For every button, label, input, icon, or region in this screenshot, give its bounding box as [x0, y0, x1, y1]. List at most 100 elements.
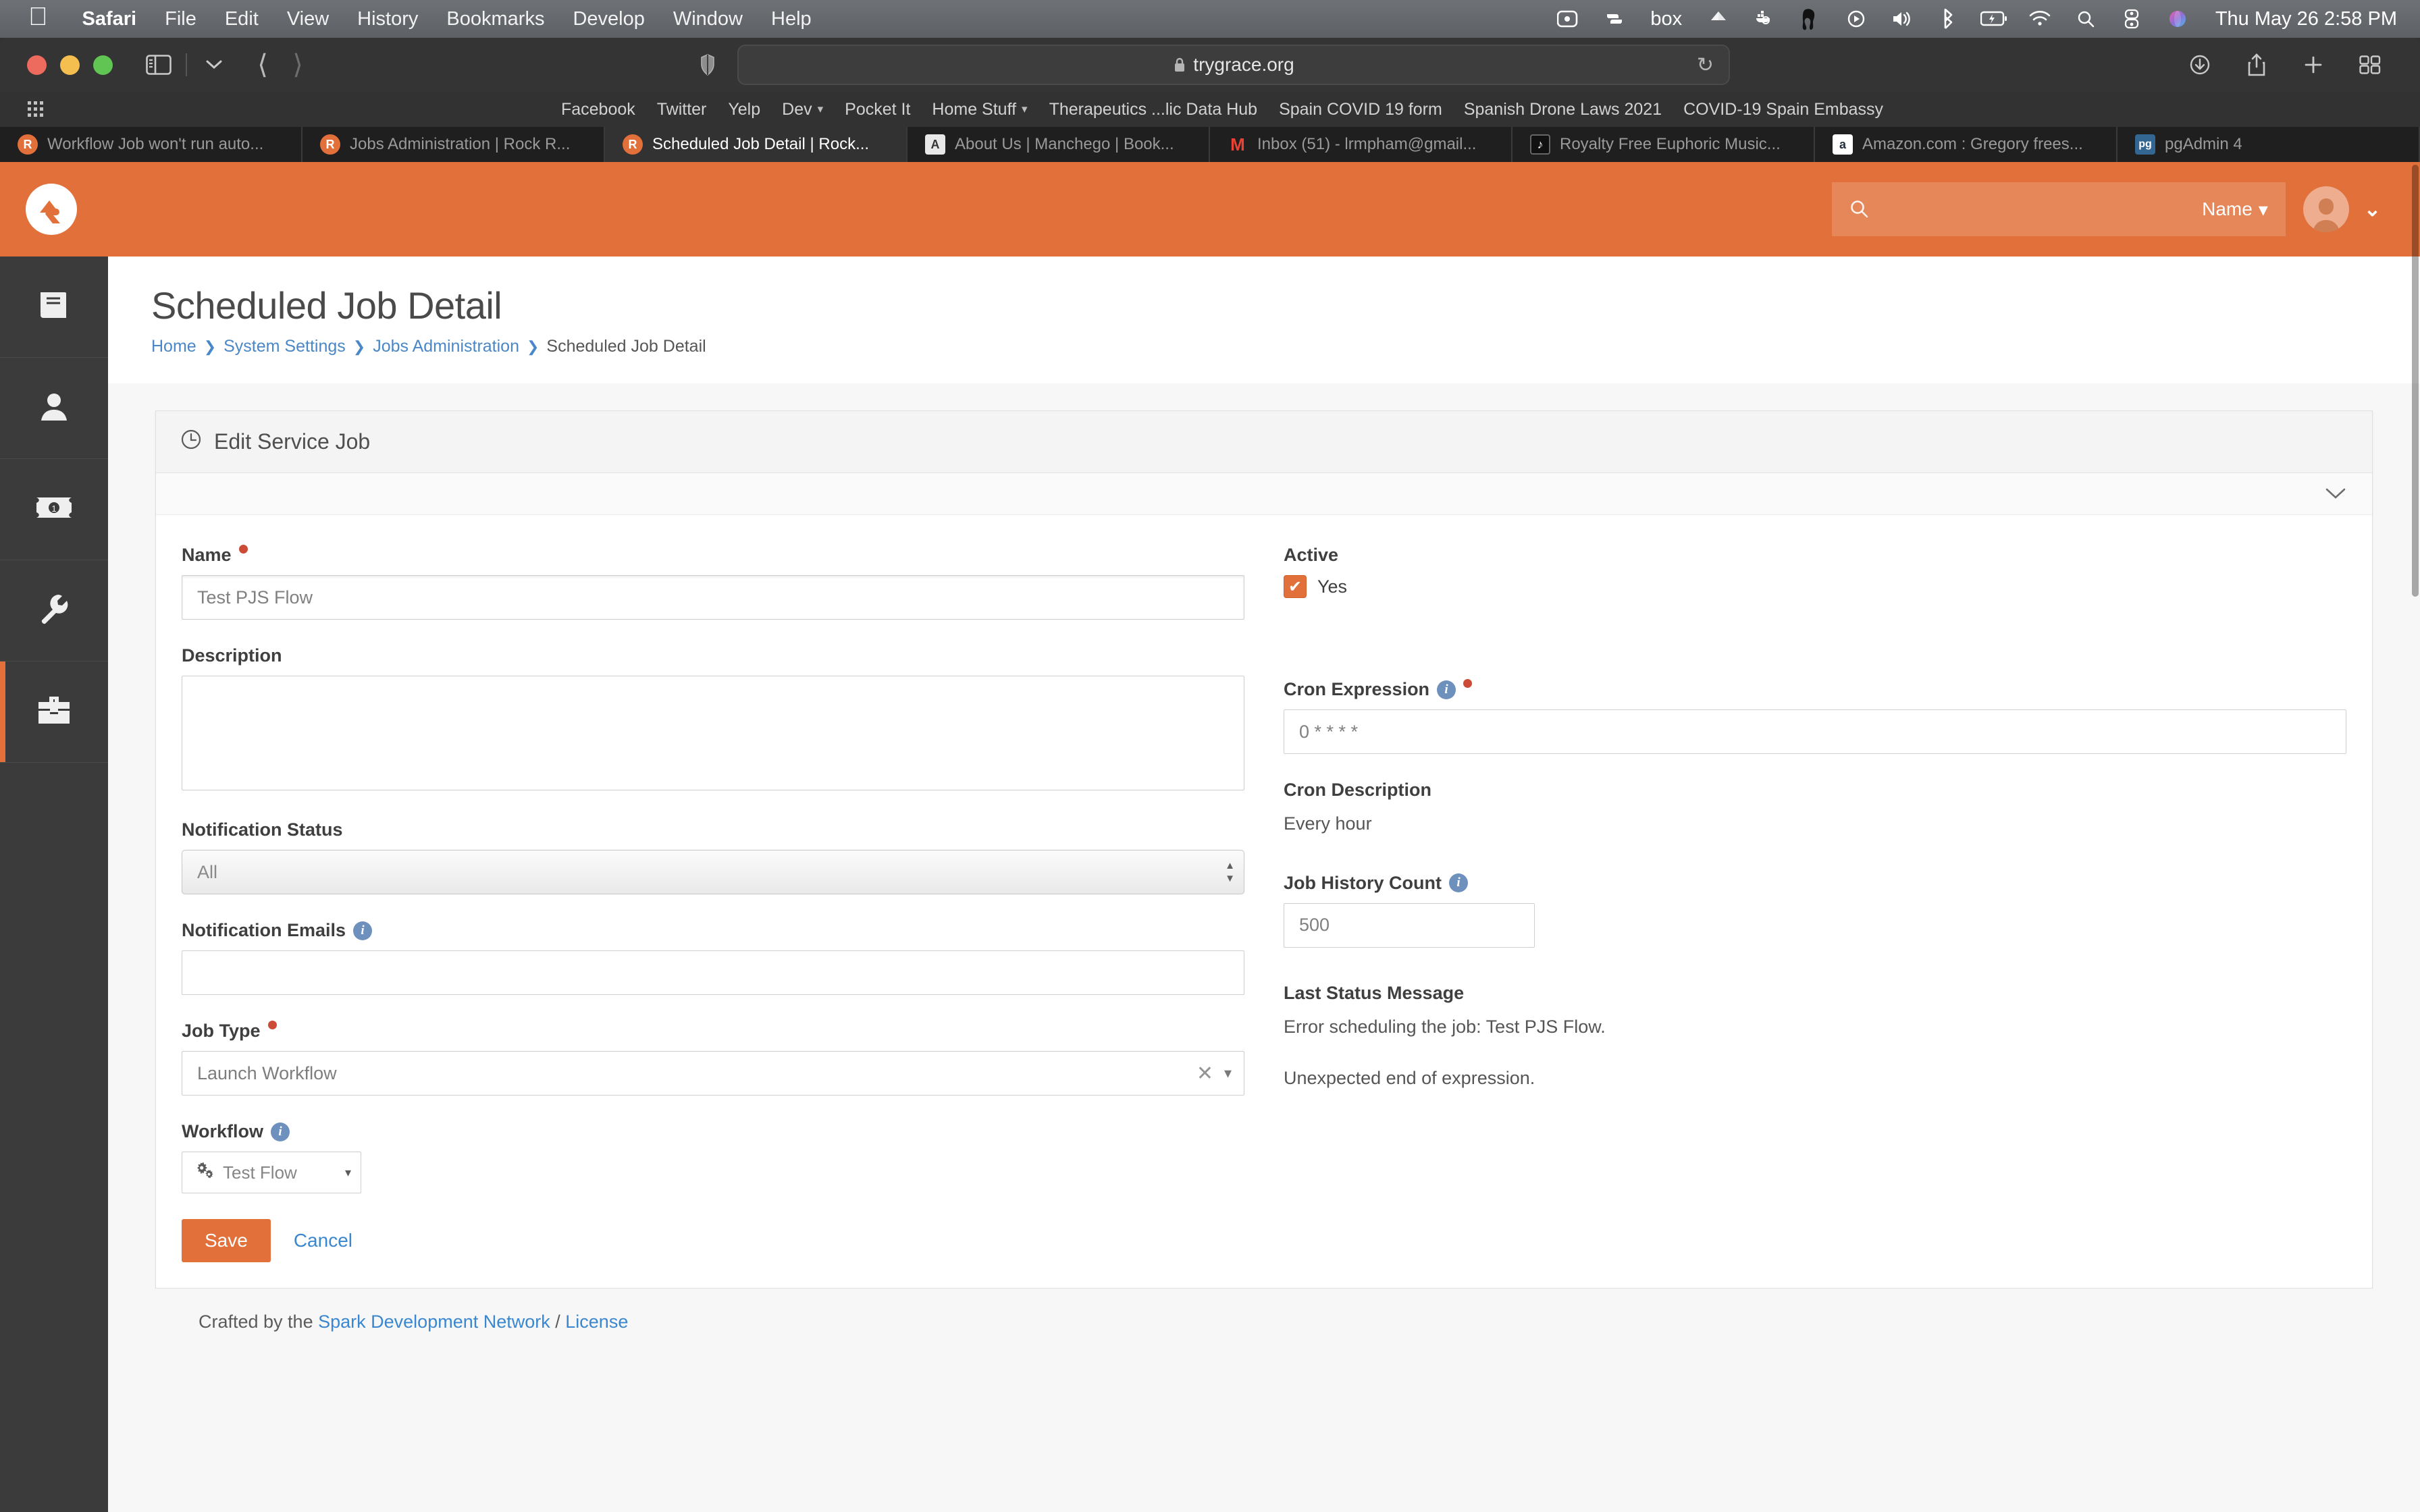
- breadcrumb-item-home[interactable]: Home: [151, 337, 196, 356]
- tab-gmail-inbox[interactable]: M Inbox (51) - lrmpham@gmail...: [1210, 127, 1512, 162]
- menu-item-history[interactable]: History: [343, 8, 432, 30]
- bookmark-facebook[interactable]: Facebook: [550, 100, 646, 119]
- caret-down-icon[interactable]: ▾: [345, 1166, 351, 1180]
- play-circle-icon[interactable]: [1843, 5, 1870, 32]
- label-text: Name: [182, 545, 232, 565]
- menu-item-develop[interactable]: Develop: [558, 8, 658, 30]
- workflow-picker[interactable]: Test Flow ▾: [182, 1152, 361, 1193]
- privacy-report-icon[interactable]: [690, 47, 725, 82]
- footer-link-license[interactable]: License: [565, 1312, 628, 1332]
- maximize-button[interactable]: [93, 55, 113, 75]
- sidebar-toggle-icon[interactable]: [141, 47, 176, 82]
- sidebar-item-tools[interactable]: [0, 560, 108, 662]
- apple-logo-icon[interactable]: : [28, 4, 48, 30]
- docker-icon[interactable]: [1751, 5, 1778, 32]
- back-arrow-icon[interactable]: ⟨: [245, 47, 280, 82]
- active-checkbox-row[interactable]: ✔ Yes: [1284, 575, 2346, 598]
- screen-recording-icon[interactable]: [1555, 5, 1582, 32]
- zoom-icon[interactable]: [1601, 5, 1628, 32]
- info-icon[interactable]: i: [1449, 873, 1468, 892]
- address-bar-text: trygrace.org: [1193, 54, 1294, 75]
- bookmark-home-stuff-folder[interactable]: Home Stuff ▾: [921, 100, 1038, 119]
- postgres-elephant-icon[interactable]: [1797, 5, 1824, 32]
- breadcrumb-item-system-settings[interactable]: System Settings: [223, 337, 346, 356]
- notification-emails-input[interactable]: [182, 950, 1244, 995]
- tab-overview-icon[interactable]: [2352, 47, 2388, 82]
- user-menu-chevron-down-icon[interactable]: ⌄: [2364, 198, 2381, 221]
- chevron-down-icon[interactable]: ▾: [1224, 1064, 1232, 1082]
- control-center-icon[interactable]: [2118, 5, 2145, 32]
- menu-bar-clock[interactable]: Thu May 26 2:58 PM: [2215, 8, 2397, 30]
- name-input[interactable]: [182, 575, 1244, 620]
- breadcrumb-item-jobs-administration[interactable]: Jobs Administration: [373, 337, 519, 356]
- tab-workflow-job[interactable]: R Workflow Job won't run auto...: [0, 127, 302, 162]
- rock-favicon: R: [18, 134, 38, 155]
- siri-icon[interactable]: [2164, 5, 2191, 32]
- spotlight-search-icon[interactable]: [2072, 5, 2099, 32]
- sidebar-item-content[interactable]: [0, 256, 108, 358]
- sidebar-item-people[interactable]: [0, 358, 108, 459]
- menu-item-edit[interactable]: Edit: [211, 8, 273, 30]
- box-icon[interactable]: box: [1647, 5, 1686, 32]
- user-avatar[interactable]: [2303, 186, 2349, 232]
- page-scrollbar[interactable]: [2411, 162, 2420, 1512]
- menu-item-view[interactable]: View: [273, 8, 343, 30]
- stepper-arrows-icon[interactable]: ▲ ▼: [1225, 861, 1235, 884]
- tab-jobs-administration[interactable]: R Jobs Administration | Rock R...: [302, 127, 605, 162]
- menu-item-file[interactable]: File: [151, 8, 211, 30]
- search-scope-dropdown[interactable]: Name ▾: [2202, 198, 2268, 221]
- menu-item-window[interactable]: Window: [659, 8, 757, 30]
- bookmark-covid-spain-embassy[interactable]: COVID-19 Spain Embassy: [1673, 100, 1894, 119]
- sidebar-item-finance[interactable]: 1: [0, 459, 108, 560]
- reload-icon[interactable]: ↻: [1697, 53, 1714, 77]
- job-type-combobox[interactable]: Launch Workflow ✕ ▾: [182, 1051, 1244, 1096]
- clear-x-icon[interactable]: ✕: [1186, 1062, 1224, 1085]
- close-button[interactable]: [27, 55, 47, 75]
- apps-grid-icon[interactable]: [27, 101, 45, 118]
- bookmark-therapeutics[interactable]: Therapeutics ...lic Data Hub: [1038, 100, 1268, 119]
- info-icon[interactable]: i: [271, 1122, 290, 1141]
- job-history-count-input[interactable]: [1284, 902, 1535, 948]
- description-textarea[interactable]: [182, 676, 1244, 790]
- search-input[interactable]: Name ▾: [1831, 182, 2286, 236]
- chevron-down-icon[interactable]: [196, 47, 232, 82]
- bookmark-dev-folder[interactable]: Dev ▾: [771, 100, 834, 119]
- dropbox-icon[interactable]: [1705, 5, 1732, 32]
- menu-item-help[interactable]: Help: [757, 8, 826, 30]
- wifi-icon[interactable]: [2026, 5, 2053, 32]
- notification-status-select[interactable]: All: [182, 850, 1244, 894]
- cancel-button[interactable]: Cancel: [294, 1230, 352, 1251]
- bookmark-spain-covid-form[interactable]: Spain COVID 19 form: [1268, 100, 1453, 119]
- address-bar[interactable]: trygrace.org ↻: [737, 45, 1730, 85]
- tab-amazon[interactable]: a Amazon.com : Gregory frees...: [1815, 127, 2118, 162]
- info-icon[interactable]: i: [353, 921, 373, 940]
- tab-pgadmin[interactable]: pg pgAdmin 4: [2118, 127, 2420, 162]
- volume-icon[interactable]: [1889, 5, 1916, 32]
- bookmark-yelp[interactable]: Yelp: [717, 100, 771, 119]
- rock-rms-logo[interactable]: [26, 184, 77, 235]
- active-checkbox[interactable]: ✔: [1284, 575, 1307, 598]
- cron-expression-input[interactable]: [1284, 709, 2346, 754]
- menu-item-bookmarks[interactable]: Bookmarks: [432, 8, 558, 30]
- footer-link-spark[interactable]: Spark Development Network: [318, 1312, 550, 1332]
- tab-scheduled-job-detail[interactable]: R Scheduled Job Detail | Rock...: [605, 127, 908, 162]
- bookmark-pocket-it[interactable]: Pocket It: [834, 100, 921, 119]
- minimize-button[interactable]: [60, 55, 80, 75]
- panel-collapse-bar[interactable]: [156, 473, 2372, 515]
- info-icon[interactable]: i: [1437, 680, 1456, 699]
- battery-charging-icon[interactable]: [1980, 5, 2007, 32]
- scrollbar-thumb[interactable]: [2412, 165, 2419, 597]
- tab-royalty-free-music[interactable]: ♪ Royalty Free Euphoric Music...: [1512, 127, 1815, 162]
- sidebar-item-admin[interactable]: [0, 662, 108, 763]
- menu-item-safari[interactable]: Safari: [68, 8, 151, 30]
- save-button[interactable]: Save: [182, 1219, 271, 1262]
- forward-arrow-icon[interactable]: ⟩: [280, 47, 315, 82]
- downloads-icon[interactable]: [2182, 47, 2217, 82]
- bluetooth-icon[interactable]: [1935, 5, 1962, 32]
- bookmark-spanish-drone-laws[interactable]: Spanish Drone Laws 2021: [1453, 100, 1673, 119]
- chevron-down-icon[interactable]: [2325, 483, 2346, 505]
- bookmark-twitter[interactable]: Twitter: [646, 100, 718, 119]
- share-icon[interactable]: [2239, 47, 2274, 82]
- plus-icon[interactable]: [2296, 47, 2331, 82]
- tab-about-us-manchego[interactable]: A About Us | Manchego | Book...: [908, 127, 1210, 162]
